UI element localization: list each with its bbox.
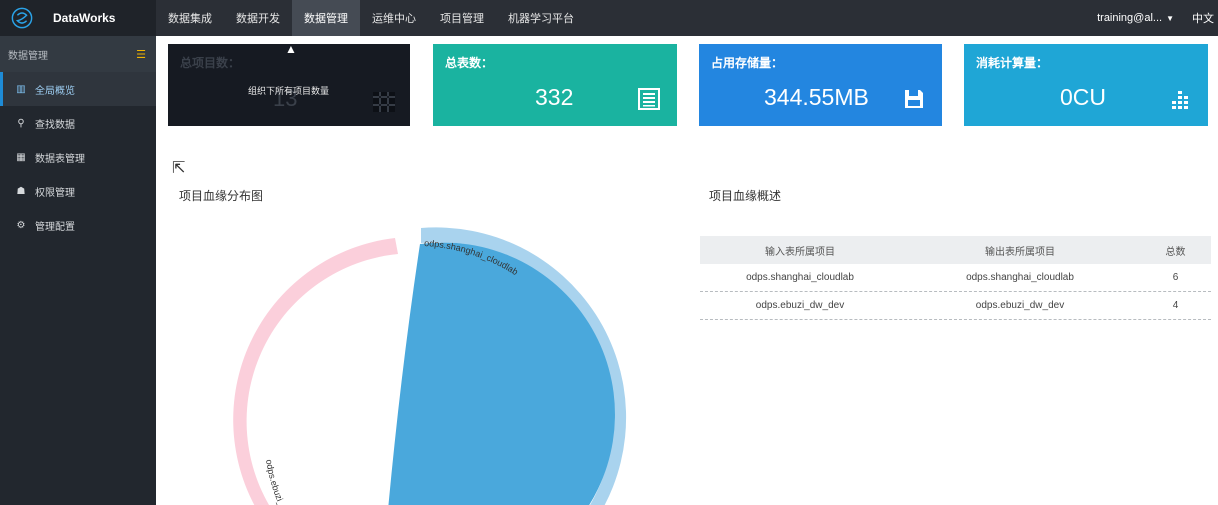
chord-ribbon-shanghai[interactable] — [388, 242, 615, 505]
table-section-title: 项目血缘概述 — [709, 189, 782, 203]
nav-machine-learning[interactable]: 机器学习平台 — [496, 0, 586, 36]
stat-card-compute: 消耗计算量： 0CU — [964, 44, 1208, 126]
nav-data-development[interactable]: 数据开发 — [224, 0, 292, 36]
list-icon — [638, 88, 660, 110]
chord-label-ebuzi: odps.ebuzi_dw_dev — [156, 210, 289, 505]
sidebar-item-label: 权限管理 — [35, 187, 75, 199]
stat-value: 0CU — [1060, 84, 1107, 110]
stat-label: 占用存储量： — [711, 56, 784, 70]
nav-project-management[interactable]: 项目管理 — [428, 0, 496, 36]
nav-data-management[interactable]: 数据管理 — [292, 0, 360, 36]
table-row: odps.shanghai_cloudlab odps.shanghai_clo… — [700, 264, 1211, 292]
header-input-project: 输入表所属项目 — [765, 246, 835, 258]
tooltip-arrow-icon: ▲ — [285, 42, 297, 56]
cell-total: 4 — [1172, 300, 1179, 311]
sidebar-item-permissions[interactable]: ☗ 权限管理 — [0, 174, 156, 208]
cell-output-project: odps.ebuzi_dw_dev — [975, 300, 1065, 311]
mouse-cursor-icon: ⇱ — [172, 160, 186, 177]
stacked-bar-icon — [1172, 91, 1188, 109]
sidebar-item-tables[interactable]: ▦ 数据表管理 — [0, 140, 156, 174]
lineage-chord-chart: odps.shanghai_cloudlab odps.ebuzi_dw_dev — [156, 210, 627, 505]
lineage-table: 输入表所属项目 输出表所属项目 总数 odps.shanghai_cloudla… — [700, 236, 1211, 320]
bar-chart-icon: ▥ — [16, 83, 26, 95]
search-icon: ⚲ — [17, 117, 25, 129]
dataworks-logo-icon — [11, 7, 33, 29]
header-output-project: 输出表所属项目 — [985, 246, 1055, 258]
users-icon: ☗ — [16, 185, 26, 197]
sidebar: 数据管理 ☰ ▥ 全局概览 ⚲ 查找数据 ▦ 数据表管理 ☗ 权限管理 ⚙ 管理… — [0, 36, 156, 505]
sidebar-title: 数据管理 — [8, 50, 48, 62]
cell-input-project: odps.shanghai_cloudlab — [746, 272, 854, 283]
nav-operations-center[interactable]: 运维中心 — [360, 0, 428, 36]
brand[interactable]: DataWorks — [0, 0, 156, 36]
sidebar-item-overview[interactable]: ▥ 全局概览 — [0, 72, 156, 106]
sidebar-item-label: 数据表管理 — [35, 153, 85, 165]
stat-label: 消耗计算量： — [976, 56, 1049, 70]
sidebar-item-config[interactable]: ⚙ 管理配置 — [0, 208, 156, 242]
stat-value: 344.55MB — [764, 84, 869, 110]
cell-input-project: odps.ebuzi_dw_dev — [755, 300, 845, 311]
collapse-menu-icon[interactable]: ☰ — [136, 48, 146, 61]
floppy-disk-icon — [905, 90, 923, 108]
table-row: odps.ebuzi_dw_dev odps.ebuzi_dw_dev 4 — [700, 292, 1211, 320]
user-menu[interactable]: training@al... ▼ — [1097, 12, 1174, 24]
sidebar-item-label: 查找数据 — [35, 119, 75, 131]
table-header: 输入表所属项目 输出表所属项目 总数 — [700, 236, 1211, 264]
stat-value: 332 — [535, 84, 574, 110]
user-name: training@al... — [1097, 12, 1163, 24]
top-bar: DataWorks 数据集成 数据开发 数据管理 运维中心 项目管理 机器学习平… — [0, 0, 1218, 36]
sidebar-item-search[interactable]: ⚲ 查找数据 — [0, 106, 156, 140]
stat-label: 总表数： — [445, 56, 494, 70]
sidebar-item-label: 全局概览 — [35, 85, 75, 97]
stat-card-projects: ▲ 总项目数： 13 组织下所有项目数量 — [168, 42, 410, 126]
nav-data-integration[interactable]: 数据集成 — [156, 0, 224, 36]
tooltip-text: 组织下所有项目数量 — [248, 86, 330, 96]
stat-label: 总项目数： — [180, 56, 241, 70]
gears-icon: ⚙ — [16, 219, 26, 231]
stat-card-storage: 占用存储量： 344.55MB — [699, 44, 942, 126]
grid-icon — [373, 92, 395, 112]
stat-card-tables: 总表数： 332 — [433, 44, 677, 126]
chevron-down-icon: ▼ — [1166, 13, 1174, 23]
language-switch[interactable]: 中文 — [1192, 10, 1214, 26]
chord-ring-ebuzi[interactable] — [233, 238, 398, 505]
main-nav: 数据集成 数据开发 数据管理 运维中心 项目管理 机器学习平台 — [156, 0, 586, 36]
table-icon: ▦ — [16, 151, 26, 163]
sidebar-item-label: 管理配置 — [35, 221, 75, 233]
cell-output-project: odps.shanghai_cloudlab — [966, 272, 1074, 283]
header-total: 总数 — [1165, 246, 1186, 258]
sidebar-header: 数据管理 ☰ — [0, 36, 156, 72]
cell-total: 6 — [1172, 272, 1179, 283]
brand-name: DataWorks — [53, 11, 116, 25]
chart-section-title: 项目血缘分布图 — [179, 189, 264, 203]
